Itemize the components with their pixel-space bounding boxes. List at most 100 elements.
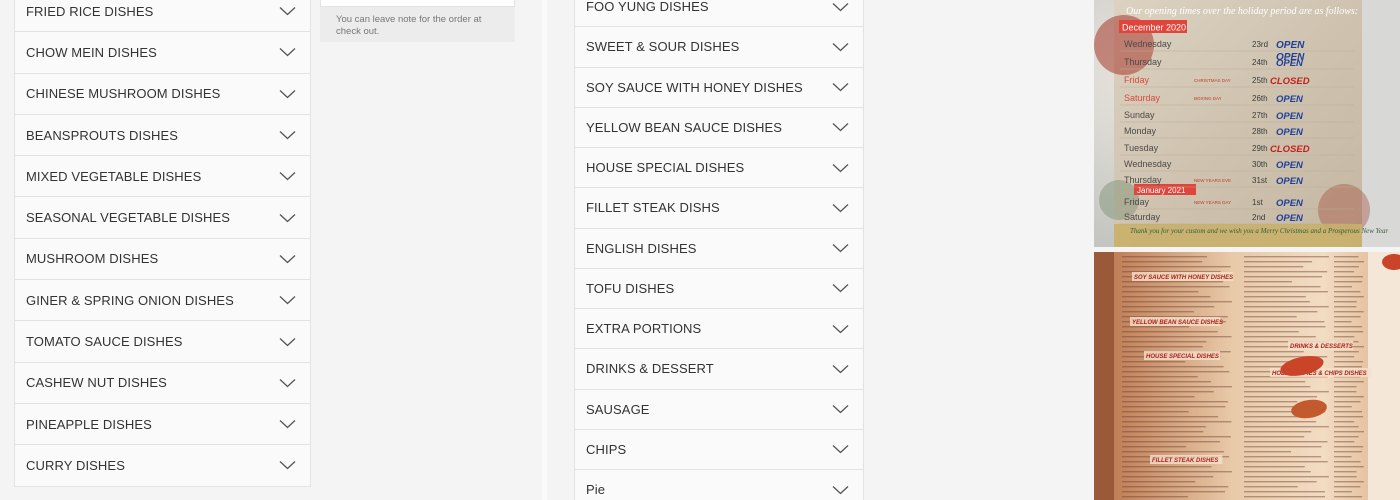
menu-text-line (1334, 416, 1364, 418)
notice-holiday-note: CHRISTMAS DAY (1194, 78, 1231, 83)
menu-text-line (1334, 256, 1359, 258)
chevron-down-icon[interactable] (279, 378, 296, 388)
category-foo-yung-dishes[interactable]: FOO YUNG DISHES (575, 0, 863, 28)
category-extra-portions[interactable]: EXTRA PORTIONS (575, 309, 863, 350)
chevron-down-icon[interactable] (832, 163, 849, 173)
category-pineapple-dishes[interactable]: PINEAPPLE DISHES (15, 403, 310, 446)
chevron-down-icon[interactable] (279, 254, 296, 264)
chevron-down-icon[interactable] (832, 283, 849, 293)
menu-text-line (1122, 436, 1231, 438)
menu-text-line (1122, 306, 1215, 308)
category-seasonal-vegetable-dishes[interactable]: SEASONAL VEGETABLE DISHES (15, 197, 310, 239)
chevron-down-icon[interactable] (832, 122, 849, 132)
category-curry-dishes[interactable]: CURRY DISHES (15, 445, 310, 487)
menu-text-line (1122, 386, 1232, 388)
chevron-down-icon[interactable] (832, 243, 849, 253)
chevron-down-icon[interactable] (279, 295, 296, 305)
category-drinks-and-dessert[interactable]: DRINKS & DESSERT (575, 349, 863, 390)
menu-text-line (1334, 466, 1364, 468)
chevron-down-icon[interactable] (279, 47, 296, 57)
category-english-dishes[interactable]: ENGLISH DISHES (575, 228, 863, 269)
category-fried-rice-dishes[interactable]: FRIED RICE DISHES (15, 0, 310, 33)
notice-date: 1st (1252, 198, 1263, 207)
menu-text-line (1334, 411, 1362, 413)
category-cashew-nut-dishes[interactable]: CASHEW NUT DISHES (15, 362, 310, 404)
chevron-down-icon[interactable] (832, 203, 849, 213)
menu-text-line (1122, 491, 1226, 493)
chevron-down-icon[interactable] (279, 130, 296, 140)
menu-text-line (1334, 496, 1363, 498)
category-label: FILLET STEAK DISHS (586, 200, 720, 216)
menu-text-line (1334, 321, 1352, 323)
chevron-down-icon[interactable] (832, 364, 849, 374)
notice-day: Friday (1124, 75, 1150, 85)
menu-heading: HOUSE SPECIAL DISHES (1146, 354, 1219, 360)
chevron-down-icon[interactable] (832, 444, 849, 454)
category-giner-and-spring-onion-dishes[interactable]: GINER & SPRING ONION DISHES (15, 280, 310, 322)
category-label: FRIED RICE DISHES (26, 3, 154, 19)
menu-text-line (1122, 496, 1188, 498)
chevron-down-icon[interactable] (832, 324, 849, 334)
category-tofu-dishes[interactable]: TOFU DISHES (575, 268, 863, 309)
notice-date: 28th (1252, 127, 1268, 136)
category-yellow-bean-sauce-dishes[interactable]: YELLOW BEAN SAUCE DISHES (575, 107, 863, 148)
chevron-down-icon[interactable] (279, 419, 296, 429)
category-fillet-steak-dishs[interactable]: FILLET STEAK DISHS (575, 188, 863, 229)
chevron-down-icon[interactable] (832, 82, 849, 92)
menu-text-line (1244, 391, 1329, 393)
menu-text-line (1122, 301, 1232, 303)
notice-day: Wednesday (1124, 159, 1172, 169)
menu-text-line (1122, 471, 1232, 473)
category-chinese-mushroom-dishes[interactable]: CHINESE MUSHROOM DISHES (15, 73, 310, 115)
menu-text-line (1122, 401, 1229, 403)
chevron-down-icon[interactable] (832, 42, 849, 52)
notice-date: 23rd (1252, 40, 1268, 49)
menu-text-line (1334, 391, 1357, 393)
chevron-down-icon[interactable] (279, 89, 296, 99)
menu-text-line (1244, 456, 1322, 458)
category-sweet-and-sour-dishes[interactable]: SWEET & SOUR DISHES (575, 27, 863, 68)
menu-text-line (1244, 416, 1299, 418)
chevron-down-icon[interactable] (832, 2, 849, 12)
category-label: CURRY DISHES (26, 457, 125, 473)
chevron-down-icon[interactable] (279, 171, 296, 181)
category-tomato-sauce-dishes[interactable]: TOMATO SAUCE DISHES (15, 321, 310, 363)
category-chow-mein-dishes[interactable]: CHOW MEIN DISHES (15, 32, 310, 74)
notice-date: 2nd (1252, 213, 1265, 222)
menu-text-line (1244, 311, 1318, 313)
menu-text-line (1244, 461, 1328, 463)
menu-text-line (1334, 381, 1364, 383)
menu-heading: FILLET STEAK DISHES (1152, 458, 1218, 464)
menu-text-line (1244, 331, 1299, 333)
open-status: OPEN (1276, 94, 1304, 105)
menu-text-line (1244, 496, 1326, 498)
opening-times-image: Our opening times over the holiday perio… (1094, 0, 1400, 247)
category-mixed-vegetable-dishes[interactable]: MIXED VEGETABLE DISHES (15, 156, 310, 198)
category-pie[interactable]: Pie (575, 470, 863, 500)
chevron-down-icon[interactable] (279, 337, 296, 347)
menu-text-line (1122, 286, 1230, 288)
category-mushroom-dishes[interactable]: MUSHROOM DISHES (15, 238, 310, 281)
menu-text-line (1244, 426, 1329, 428)
chevron-down-icon[interactable] (279, 6, 296, 16)
chevron-down-icon[interactable] (832, 404, 849, 414)
category-soy-sauce-with-honey-dishes[interactable]: SOY SAUCE WITH HONEY DISHES (575, 67, 863, 108)
order-note-input[interactable] (320, 0, 515, 7)
menu-text-line (1122, 311, 1194, 313)
menu-text-line (1334, 431, 1364, 433)
category-chips[interactable]: CHIPS (575, 429, 863, 470)
menu-text-line (1244, 486, 1298, 488)
chevron-down-icon[interactable] (832, 485, 849, 495)
chevron-down-icon[interactable] (279, 460, 296, 470)
notice-day: Tuesday (1124, 143, 1159, 153)
menu-text-line (1122, 331, 1218, 333)
menu-text-line (1244, 441, 1328, 443)
menu-text-line (1122, 446, 1186, 448)
menu-text-line (1122, 366, 1224, 368)
category-house-special-dishes[interactable]: HOUSE SPECIAL DISHES (575, 148, 863, 189)
menu-text-line (1122, 441, 1220, 443)
category-beansprouts-dishes[interactable]: BEANSPROUTS DISHES (15, 114, 310, 157)
open-status: OPEN (1276, 198, 1304, 209)
category-sausage[interactable]: SAUSAGE (575, 389, 863, 430)
chevron-down-icon[interactable] (279, 213, 296, 223)
